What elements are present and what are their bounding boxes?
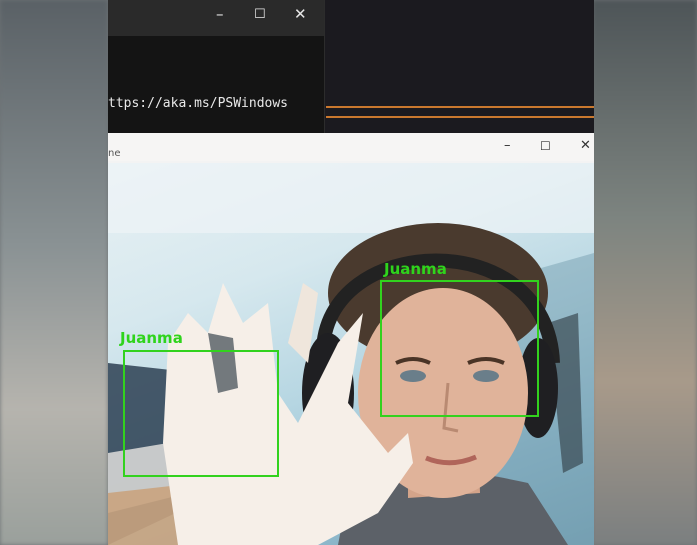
terminal-output-line: ttps://aka.ms/PSWindows — [108, 96, 289, 111]
detection-label: Juanma — [384, 260, 447, 278]
minimize-icon[interactable]: – — [216, 4, 224, 24]
accent-line — [326, 106, 594, 108]
blurred-left-edge — [0, 0, 108, 545]
accent-line — [326, 116, 594, 118]
background-window — [322, 0, 594, 140]
maximize-icon[interactable]: ☐ — [540, 136, 551, 156]
maximize-icon[interactable]: ☐ — [254, 5, 266, 25]
camera-feed: Juanma Juanma — [108, 163, 594, 545]
camera-window[interactable]: ne – ☐ ✕ Juanma Juanma — [108, 133, 594, 545]
detection-box — [380, 280, 539, 417]
detection-box — [123, 350, 279, 477]
close-icon[interactable]: ✕ — [580, 136, 591, 156]
close-icon[interactable]: ✕ — [294, 4, 307, 24]
terminal-titlebar[interactable]: – ☐ ✕ — [108, 0, 324, 36]
window-title: ne — [108, 148, 121, 159]
camera-titlebar[interactable]: ne – ☐ ✕ — [108, 133, 594, 161]
minimize-icon[interactable]: – — [504, 136, 511, 156]
terminal-window[interactable]: – ☐ ✕ ttps://aka.ms/PSWindows — [108, 0, 325, 138]
blurred-right-edge — [592, 0, 697, 545]
detection-label: Juanma — [120, 329, 183, 347]
